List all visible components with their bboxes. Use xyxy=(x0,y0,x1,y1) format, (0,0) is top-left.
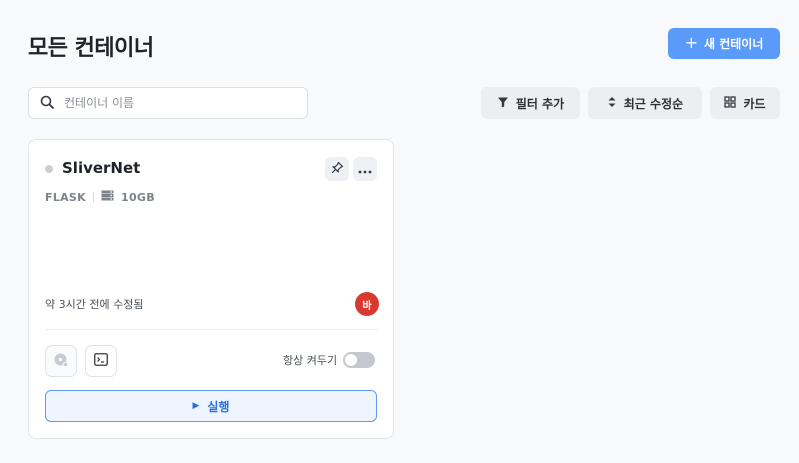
run-button[interactable]: ▶ 실행 xyxy=(45,390,377,422)
run-label: 실행 xyxy=(207,399,230,414)
more-icon xyxy=(358,162,372,177)
toggle-knob xyxy=(345,354,358,366)
sort-label: 최근 수정순 xyxy=(623,96,684,111)
view-mode-label: 카드 xyxy=(743,96,766,111)
meta-divider xyxy=(92,192,94,202)
search-input[interactable] xyxy=(64,96,284,110)
sort-button[interactable]: 최근 수정순 xyxy=(588,87,702,119)
new-container-button[interactable]: + 새 컨테이너 xyxy=(668,28,780,59)
search-icon xyxy=(40,94,54,113)
avatar: 바 xyxy=(355,292,379,316)
pin-icon xyxy=(331,161,344,177)
last-modified-text: 약 3시간 전에 수정됨 xyxy=(45,298,144,311)
plus-icon: + xyxy=(684,32,698,52)
framework-label: FLASK xyxy=(45,190,86,204)
always-on-toggle[interactable] xyxy=(343,352,376,368)
container-card[interactable]: SliverNet FLASK 10GB 약 3시간 전에 수정됨 바 항상 켜… xyxy=(28,139,394,439)
storage-size: 10GB xyxy=(120,190,155,204)
page-title: 모든 컨테이너 xyxy=(28,36,154,61)
card-divider xyxy=(45,329,377,330)
new-container-label: 새 컨테이너 xyxy=(704,37,764,51)
grid-icon xyxy=(724,95,737,111)
more-options-button[interactable] xyxy=(353,157,377,181)
sort-icon xyxy=(607,96,617,111)
add-filter-label: 필터 추가 xyxy=(515,96,565,111)
terminal-button[interactable] xyxy=(85,345,117,377)
disk-button[interactable] xyxy=(45,345,77,377)
always-on-setting: 항상 켜두기 xyxy=(283,352,376,368)
search-box[interactable] xyxy=(28,87,308,119)
terminal-icon xyxy=(94,353,108,369)
status-indicator xyxy=(45,165,53,173)
add-filter-button[interactable]: 필터 추가 xyxy=(481,87,580,119)
storage-icon xyxy=(101,190,114,204)
view-mode-button[interactable]: 카드 xyxy=(710,87,780,119)
container-name: SliverNet xyxy=(62,159,141,177)
filter-icon xyxy=(497,96,509,111)
container-meta: FLASK 10GB xyxy=(45,190,155,204)
disk-icon xyxy=(53,352,69,371)
play-icon: ▶ xyxy=(192,401,200,411)
pin-button[interactable] xyxy=(325,157,349,181)
always-on-label: 항상 켜두기 xyxy=(283,354,338,367)
